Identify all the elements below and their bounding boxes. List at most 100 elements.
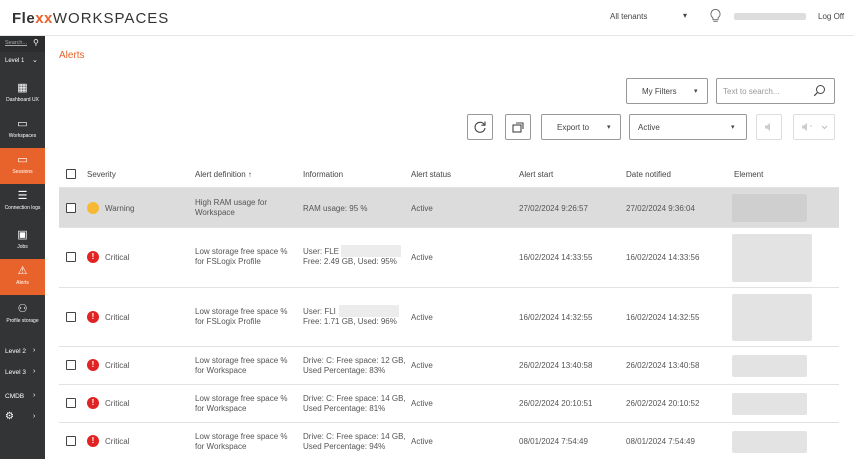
row-checkbox[interactable] <box>66 436 76 446</box>
tenant-selector[interactable]: All tenants <box>610 12 647 21</box>
level-label: Level 2 <box>5 348 26 355</box>
sidebar: Search... ⚲ Level 1 ⌄ ▦ Dashboard UX ▭ W… <box>0 36 45 459</box>
sidebar-item-alerts[interactable]: ⚠ Alerts <box>0 259 45 295</box>
element-redacted <box>732 355 807 377</box>
my-filters-dropdown[interactable]: My Filters ▾ <box>626 78 708 104</box>
critical-icon: ! <box>87 311 99 323</box>
chevron-right-icon: › <box>33 392 36 399</box>
row-checkbox[interactable] <box>66 312 76 322</box>
row-checkbox[interactable] <box>66 252 76 262</box>
top-bar: FlexxWORKSPACES All tenants ▾ Log Off <box>0 0 854 36</box>
row-checkbox[interactable] <box>66 360 76 370</box>
table-row[interactable]: ! Critical Low storage free space % for F… <box>59 227 839 287</box>
critical-icon: ! <box>87 251 99 263</box>
status-filter-value: Active <box>638 123 660 132</box>
information-line: Drive: C: Free space: 12 GB, <box>303 356 406 365</box>
sidebar-item-profile-storage[interactable]: ⚇ Profile storage <box>0 297 45 333</box>
date-notified: 16/02/2024 14:32:55 <box>626 313 700 322</box>
refresh-button[interactable] <box>467 114 493 140</box>
text-search-input[interactable] <box>723 85 807 97</box>
sidebar-item-sessions[interactable]: ▭ Sessions <box>0 148 45 184</box>
search-icon[interactable]: ⚲ <box>33 38 39 47</box>
column-header-severity[interactable]: Severity <box>87 170 116 179</box>
table-row[interactable]: ! Critical Low storage free space % for W… <box>59 384 839 422</box>
alert-status: Active <box>411 437 433 446</box>
alert-status: Active <box>411 204 433 213</box>
select-all-checkbox[interactable] <box>66 169 76 179</box>
column-header-alert-definition[interactable]: Alert definition ↑ <box>195 170 252 179</box>
level-1-selector[interactable]: Level 1 ⌄ <box>0 52 45 70</box>
level-label: CMDB <box>5 393 25 400</box>
sidebar-item-label: Alerts <box>16 280 29 286</box>
row-checkbox[interactable] <box>66 398 76 408</box>
table-row[interactable]: ! Critical Low storage free space % for W… <box>59 346 839 384</box>
column-header-element[interactable]: Element <box>734 170 763 179</box>
table-row[interactable]: ! Critical Low storage free space % for W… <box>59 422 839 459</box>
warning-icon <box>87 202 99 214</box>
chevron-down-icon[interactable]: ▾ <box>683 11 687 20</box>
sidebar-item-workspaces[interactable]: ▭ Workspaces <box>0 112 45 148</box>
column-header-alert-status[interactable]: Alert status <box>411 170 451 179</box>
column-header-date-notified[interactable]: Date notified <box>626 170 671 179</box>
alert-definition: Low storage free space % for FSLogix Prof… <box>195 247 288 267</box>
sidebar-item-label: Profile storage <box>6 318 39 324</box>
speaker-icon <box>765 123 770 131</box>
sidebar-search-placeholder[interactable]: Search... <box>5 40 27 46</box>
sidebar-search[interactable]: Search... ⚲ <box>0 36 45 52</box>
sidebar-item-connection-logs[interactable]: ☰ Connection logs <box>0 184 45 220</box>
flexxworkspaces-logo[interactable]: FlexxWORKSPACES <box>12 10 169 27</box>
element-redacted <box>732 194 807 222</box>
information-line: Drive: C: Free space: 14 GB, <box>303 394 406 403</box>
definition-line: for Workspace <box>195 404 247 413</box>
column-header-information[interactable]: Information <box>303 170 343 179</box>
gear-icon: ⚙ <box>5 411 14 422</box>
definition-line: for Workspace <box>195 442 247 451</box>
row-checkbox[interactable] <box>66 203 76 213</box>
logo-text-workspaces: WORKSPACES <box>52 10 170 27</box>
export-dropdown[interactable]: Export to ▾ <box>541 114 621 140</box>
information-line: Used Percentage: 94% <box>303 442 386 451</box>
definition-line: for FSLogix Profile <box>195 257 261 266</box>
alert-definition: Low storage free space % for Workspace <box>195 394 288 414</box>
sidebar-item-label: Workspaces <box>8 133 37 139</box>
user-email-redacted <box>734 13 806 20</box>
sidebar-item-jobs[interactable]: ▣ Jobs <box>0 223 45 259</box>
severity-label: Warning <box>105 204 135 213</box>
status-filter-select[interactable]: Active ▾ <box>629 114 747 140</box>
level-1-label: Level 1 <box>5 58 25 64</box>
table-row[interactable]: Warning High RAM usage for Workspace RAM … <box>59 187 839 227</box>
user-redacted <box>341 245 401 257</box>
information-line: Used Percentage: 83% <box>303 366 386 375</box>
sound-options-dropdown[interactable] <box>793 114 835 140</box>
alert-status: Active <box>411 399 433 408</box>
sidebar-item-label: Sessions <box>12 169 33 175</box>
sidebar-item-dashboard-ux[interactable]: ▦ Dashboard UX <box>0 76 45 112</box>
user-redacted <box>339 305 399 317</box>
alert-status: Active <box>411 313 433 322</box>
element-redacted <box>732 431 807 453</box>
critical-icon: ! <box>87 397 99 409</box>
sidebar-level-2[interactable]: Level 2 › <box>0 343 45 361</box>
columns-button[interactable] <box>505 114 531 140</box>
lightbulb-icon[interactable] <box>709 8 722 24</box>
information: Drive: C: Free space: 12 GB, Used Percent… <box>303 356 406 376</box>
information-line: Drive: C: Free space: 14 GB, <box>303 432 406 441</box>
alert-icon: ⚠ <box>17 265 28 277</box>
text-search-field[interactable] <box>716 78 835 104</box>
column-header-alert-start[interactable]: Alert start <box>519 170 553 179</box>
date-notified: 16/02/2024 14:33:56 <box>626 253 700 262</box>
logo-text-flex: Fle <box>12 10 36 27</box>
sidebar-level-3[interactable]: Level 3 › <box>0 364 45 382</box>
sidebar-settings[interactable]: ⚙ › <box>0 409 45 427</box>
mute-button[interactable] <box>756 114 782 140</box>
jobs-icon: ▣ <box>17 229 28 241</box>
search-icon[interactable] <box>813 84 826 97</box>
sidebar-cmdb[interactable]: CMDB › <box>0 388 45 406</box>
chevron-down-icon: ⌄ <box>32 57 38 64</box>
definition-line: Low storage free space % <box>195 307 288 316</box>
sessions-icon: ▭ <box>17 154 28 166</box>
date-notified: 27/02/2024 9:36:04 <box>626 204 695 213</box>
logoff-link[interactable]: Log Off <box>818 12 844 21</box>
table-row[interactable]: ! Critical Low storage free space % for F… <box>59 287 839 346</box>
chevron-right-icon: › <box>33 347 36 354</box>
